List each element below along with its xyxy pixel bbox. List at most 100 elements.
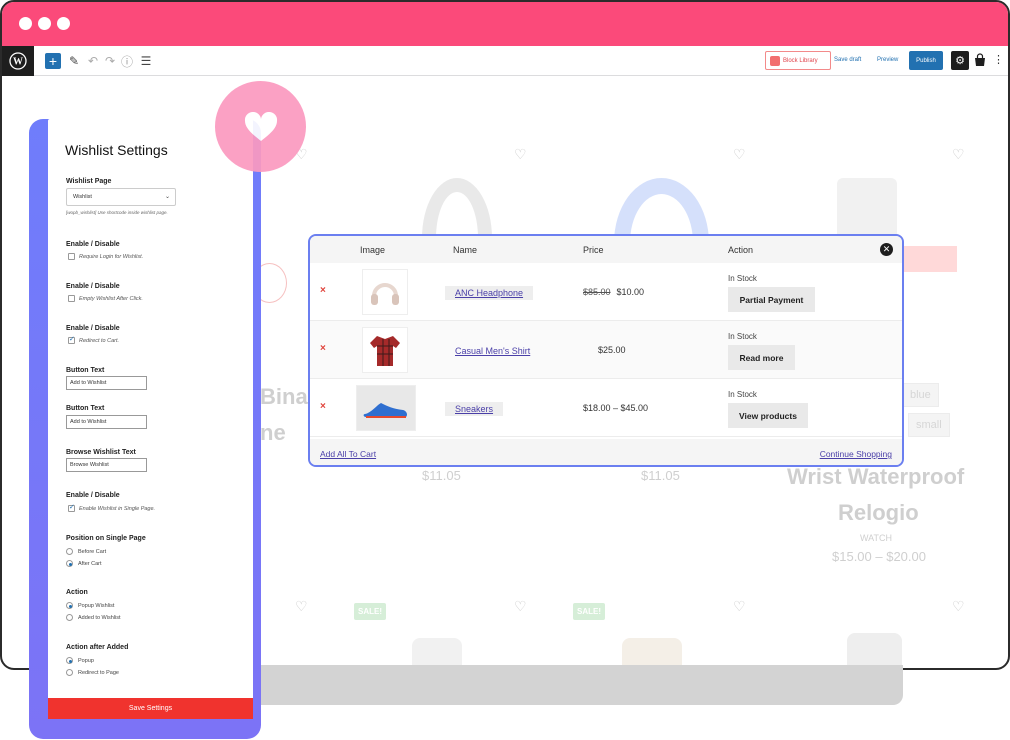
partial-payment-button[interactable]: Partial Payment <box>728 287 815 312</box>
continue-shopping-link[interactable]: Continue Shopping <box>820 449 892 459</box>
radio-button[interactable] <box>66 669 73 676</box>
redirect-cart-checkbox[interactable] <box>68 335 75 344</box>
current-price: $10.00 <box>616 287 645 297</box>
table-row: × Casual Men's Shirt $25.00 In Stock Rea… <box>310 321 902 379</box>
bg-product-title: Wrist Waterproof <box>787 464 965 489</box>
old-price: $85.00 <box>583 287 611 297</box>
sneaker-icon[interactable] <box>356 385 416 431</box>
browse-text-label: Browse Wishlist Text <box>66 449 136 456</box>
section-label: Enable / Disable <box>66 492 120 499</box>
single-page-option[interactable]: Enable Wishlist in Single Page. <box>68 503 156 512</box>
view-products-button[interactable]: View products <box>728 403 808 428</box>
remove-item-icon[interactable]: × <box>320 401 326 412</box>
window-dot-maximize[interactable] <box>57 17 70 30</box>
chevron-down-icon: ⌄ <box>164 194 170 200</box>
action-added-to-wishlist[interactable]: Added to Wishlist <box>66 614 121 621</box>
window-dot-minimize[interactable] <box>38 17 51 30</box>
pencil-icon[interactable]: ✎ <box>66 53 82 69</box>
bg-sale-badge: SALE! <box>573 603 605 620</box>
stock-status: In Stock <box>728 274 757 283</box>
add-all-to-cart-link[interactable]: Add All To Cart <box>320 449 376 459</box>
button-text-label: Button Text <box>66 405 105 412</box>
wishlist-footer: Add All To Cart Continue Shopping <box>310 439 902 465</box>
option-label: Popup Wishlist <box>78 602 115 609</box>
product-name-link[interactable]: Sneakers <box>445 402 504 416</box>
shirt-icon[interactable] <box>362 327 408 373</box>
single-page-checkbox[interactable] <box>68 503 75 512</box>
section-label: Enable / Disable <box>66 241 120 248</box>
headphone-icon[interactable] <box>362 269 408 315</box>
bg-heart-icon: ♡ <box>952 598 965 614</box>
product-name-link[interactable]: ANC Headphone <box>445 286 534 300</box>
position-before-cart[interactable]: Before Cart <box>66 548 106 555</box>
shortcode-hint: [wopb_wishlist] Use shortcode inside wis… <box>66 210 168 215</box>
radio-button[interactable] <box>66 548 73 555</box>
action-after-label: Action after Added <box>66 644 129 651</box>
stock-status: In Stock <box>728 332 757 341</box>
svg-text:W: W <box>13 57 23 68</box>
section-label: Enable / Disable <box>66 283 120 290</box>
publish-button[interactable]: Publish <box>909 51 943 70</box>
button-text-input[interactable]: Add to Wishlist <box>66 376 147 390</box>
wishlist-page-select[interactable]: Wishlist ⌄ <box>66 188 176 206</box>
panel-title: Wishlist Settings <box>65 142 168 158</box>
bg-sale-badge: SALE! <box>354 603 386 620</box>
empty-wishlist-checkbox[interactable] <box>68 295 75 302</box>
info-icon[interactable]: ⓘ <box>119 53 135 69</box>
wordpress-logo-icon[interactable]: W <box>2 46 34 76</box>
product-price: $18.00 – $45.00 <box>583 403 649 413</box>
heart-icon <box>215 81 306 172</box>
radio-button[interactable] <box>66 657 73 664</box>
read-more-button[interactable]: Read more <box>728 345 795 370</box>
redirect-cart-option[interactable]: Redirect to Cart. <box>68 335 119 344</box>
redo-icon[interactable]: ↷ <box>102 53 118 69</box>
column-header-price: Price <box>583 245 604 255</box>
bg-price: $11.05 <box>422 468 461 483</box>
radio-button[interactable] <box>66 614 73 621</box>
product-name-link[interactable]: Casual Men's Shirt <box>445 344 540 358</box>
table-row: × ANC Headphone $85.00 $10.00 In Stock Pa… <box>310 263 902 321</box>
save-draft-button[interactable]: Save draft <box>834 57 861 63</box>
require-login-option[interactable]: Require Login for Wishlist. <box>68 253 143 260</box>
require-login-checkbox[interactable] <box>68 253 75 260</box>
undo-icon[interactable]: ↶ <box>85 53 101 69</box>
bg-heart-icon: ♡ <box>514 598 527 614</box>
browse-text-input[interactable]: Browse Wishlist <box>66 458 147 472</box>
column-header-action: Action <box>728 245 754 255</box>
remove-item-icon[interactable]: × <box>320 285 326 296</box>
product-price: $25.00 <box>598 345 626 355</box>
empty-wishlist-option[interactable]: Empty Wishlist After Click. <box>68 295 143 302</box>
action-popup-wishlist[interactable]: Popup Wishlist <box>66 602 114 609</box>
wishlist-table-header: Image Name Price Action ✕ <box>310 236 902 263</box>
button-text-input[interactable]: Add to Wishlist <box>66 415 147 429</box>
bg-product-title: Relogio <box>838 500 919 525</box>
option-label: Empty Wishlist After Click. <box>79 295 143 302</box>
preview-button[interactable]: Preview <box>877 57 898 63</box>
close-icon[interactable]: ✕ <box>880 243 893 256</box>
column-header-image: Image <box>360 245 386 255</box>
radio-button[interactable] <box>66 602 73 609</box>
action-after-popup[interactable]: Popup <box>66 657 94 664</box>
block-library-icon <box>770 55 780 66</box>
shopping-bag-icon[interactable] <box>973 53 987 67</box>
add-block-button[interactable]: + <box>45 53 61 69</box>
position-after-cart[interactable]: After Cart <box>66 560 102 567</box>
radio-button[interactable] <box>66 560 73 567</box>
list-view-icon[interactable]: ☰ <box>138 53 154 69</box>
bg-heart-icon: ♡ <box>514 146 527 162</box>
bg-price: $11.05 <box>641 468 680 483</box>
bg-tag: small <box>908 413 950 437</box>
more-options-icon[interactable]: ⋮ <box>993 53 1004 66</box>
button-text-label: Button Text <box>66 367 105 374</box>
block-library-button[interactable]: Block Library <box>765 51 831 70</box>
gear-icon[interactable]: ⚙ <box>951 51 969 70</box>
action-after-redirect[interactable]: Redirect to Page <box>66 669 119 676</box>
position-label: Position on Single Page <box>66 535 146 542</box>
remove-item-icon[interactable]: × <box>320 343 326 354</box>
section-label: Enable / Disable <box>66 325 120 332</box>
modal-shadow <box>248 665 903 705</box>
option-label: Enable Wishlist in Single Page. <box>79 505 156 512</box>
save-settings-button[interactable]: Save Settings <box>48 698 253 719</box>
block-library-label: Block Library <box>783 57 818 64</box>
window-dot-close[interactable] <box>19 17 32 30</box>
